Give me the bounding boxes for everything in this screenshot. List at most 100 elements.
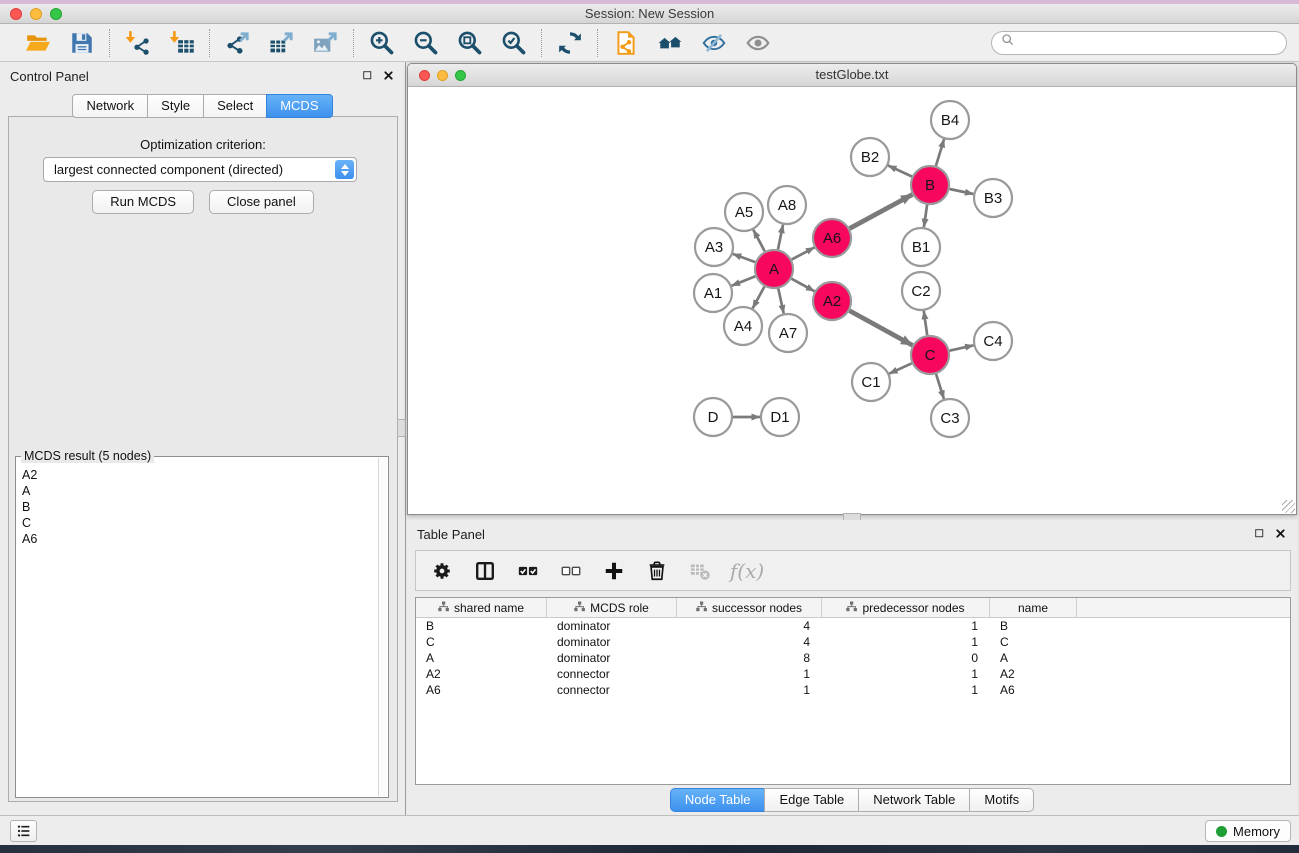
- edge-C-C2[interactable]: [924, 311, 927, 335]
- export-image-icon[interactable]: [311, 28, 340, 57]
- task-history-button[interactable]: [10, 820, 37, 842]
- graph-node-A1[interactable]: A1: [694, 274, 732, 312]
- memory-button[interactable]: Memory: [1205, 820, 1291, 842]
- edge-C-C1[interactable]: [889, 363, 912, 373]
- edge-A6-B[interactable]: [850, 195, 913, 229]
- table-row[interactable]: A2connector11A2: [416, 666, 1290, 682]
- export-network-icon[interactable]: [223, 28, 252, 57]
- graph-node-D1[interactable]: D1: [761, 398, 799, 436]
- table-cell[interactable]: 4: [677, 634, 822, 650]
- graph-node-A6[interactable]: A6: [813, 219, 851, 257]
- open-folder-icon[interactable]: [23, 28, 52, 57]
- edge-A-A1[interactable]: [732, 276, 756, 285]
- graph-node-A3[interactable]: A3: [695, 228, 733, 266]
- hide-graphics-details-icon[interactable]: [699, 28, 728, 57]
- edge-A-A3[interactable]: [733, 254, 755, 262]
- table-cell[interactable]: A: [990, 650, 1077, 666]
- graph-node-A[interactable]: A: [755, 250, 793, 288]
- table-cell[interactable]: A6: [416, 682, 547, 698]
- edge-A-A5[interactable]: [753, 230, 764, 252]
- table-cell[interactable]: 1: [677, 682, 822, 698]
- network-view-window[interactable]: testGlobe.txt B4B2BB3A8A5A6A3B1AA1C2A2A4…: [407, 63, 1297, 515]
- table-cell[interactable]: A: [416, 650, 547, 666]
- window-resize-grip[interactable]: [1282, 500, 1295, 513]
- search-input[interactable]: [1021, 35, 1278, 50]
- result-list-item[interactable]: A6: [22, 531, 372, 547]
- app-titlebar[interactable]: Session: New Session: [0, 4, 1299, 24]
- column-header-shared-name[interactable]: shared name: [416, 598, 547, 617]
- graph-node-B[interactable]: B: [911, 166, 949, 204]
- result-list-scrollbar[interactable]: [378, 458, 387, 796]
- graph-node-C3[interactable]: C3: [931, 399, 969, 437]
- graph-node-A4[interactable]: A4: [724, 307, 762, 345]
- mcds-result-list[interactable]: A2ABCA6: [17, 458, 378, 796]
- vertical-splitter-handle[interactable]: [397, 419, 406, 437]
- tab-network-table[interactable]: Network Table: [858, 788, 970, 812]
- graph-node-C2[interactable]: C2: [902, 272, 940, 310]
- table-row[interactable]: Cdominator41C: [416, 634, 1290, 650]
- deselect-all-icon[interactable]: [558, 558, 584, 584]
- column-header-MCDS-role[interactable]: MCDS role: [547, 598, 677, 617]
- close-panel-icon[interactable]: [382, 69, 395, 87]
- table-cell[interactable]: dominator: [547, 634, 677, 650]
- table-cell[interactable]: A2: [990, 666, 1077, 682]
- table-cell[interactable]: connector: [547, 666, 677, 682]
- import-network-icon[interactable]: [123, 28, 152, 57]
- graph-node-B2[interactable]: B2: [851, 138, 889, 176]
- edge-A-A2[interactable]: [792, 279, 815, 292]
- column-header-successor-nodes[interactable]: successor nodes: [677, 598, 822, 617]
- table-cell[interactable]: 1: [822, 634, 990, 650]
- float-panel-icon[interactable]: [1253, 527, 1266, 545]
- zoom-in-icon[interactable]: [367, 28, 396, 57]
- optimization-criterion-select[interactable]: largest connected component (directed): [43, 157, 357, 182]
- table-row[interactable]: Bdominator41B: [416, 618, 1290, 634]
- show-graphics-details-icon[interactable]: [743, 28, 772, 57]
- edge-C-C4[interactable]: [950, 345, 974, 350]
- graph-node-C4[interactable]: C4: [974, 322, 1012, 360]
- table-cell[interactable]: 1: [677, 666, 822, 682]
- tab-select[interactable]: Select: [203, 94, 267, 118]
- table-cell[interactable]: 0: [822, 650, 990, 666]
- network-canvas[interactable]: B4B2BB3A8A5A6A3B1AA1C2A2A4A7C4CC1C3DD1: [409, 88, 1295, 513]
- select-all-icon[interactable]: [515, 558, 541, 584]
- table-cell[interactable]: connector: [547, 682, 677, 698]
- network-minimize-button[interactable]: [437, 70, 448, 81]
- table-cell[interactable]: 4: [677, 618, 822, 634]
- table-cell[interactable]: dominator: [547, 618, 677, 634]
- network-window-titlebar[interactable]: testGlobe.txt: [408, 64, 1296, 87]
- graph-node-A8[interactable]: A8: [768, 186, 806, 224]
- table-cell[interactable]: C: [416, 634, 547, 650]
- float-panel-icon[interactable]: [361, 69, 374, 87]
- settings-gear-icon[interactable]: [429, 558, 455, 584]
- tab-style[interactable]: Style: [147, 94, 204, 118]
- graph-node-C1[interactable]: C1: [852, 363, 890, 401]
- table-cell[interactable]: 1: [822, 666, 990, 682]
- edge-A-A4[interactable]: [753, 287, 765, 309]
- graph-node-C[interactable]: C: [911, 336, 949, 374]
- tab-mcds[interactable]: MCDS: [266, 94, 332, 118]
- import-table-icon[interactable]: [167, 28, 196, 57]
- edge-A-A7[interactable]: [778, 289, 783, 314]
- result-list-item[interactable]: A2: [22, 467, 372, 483]
- table-cell[interactable]: A2: [416, 666, 547, 682]
- save-icon[interactable]: [67, 28, 96, 57]
- edge-A-A6[interactable]: [792, 247, 815, 259]
- zoom-out-icon[interactable]: [411, 28, 440, 57]
- table-row[interactable]: Adominator80A: [416, 650, 1290, 666]
- result-list-item[interactable]: A: [22, 483, 372, 499]
- minimize-window-button[interactable]: [30, 8, 42, 20]
- edge-A2-C[interactable]: [850, 311, 913, 346]
- table-cell[interactable]: 1: [822, 618, 990, 634]
- table-cell[interactable]: 1: [822, 682, 990, 698]
- close-panel-button[interactable]: Close panel: [209, 190, 314, 214]
- graph-node-A7[interactable]: A7: [769, 314, 807, 352]
- home-icon[interactable]: [655, 28, 684, 57]
- zoom-fit-icon[interactable]: [455, 28, 484, 57]
- tab-network[interactable]: Network: [72, 94, 148, 118]
- table-row[interactable]: A6connector11A6: [416, 682, 1290, 698]
- edge-B-B3[interactable]: [950, 189, 974, 194]
- graph-node-D[interactable]: D: [694, 398, 732, 436]
- tab-motifs[interactable]: Motifs: [969, 788, 1034, 812]
- close-panel-icon[interactable]: [1274, 527, 1287, 545]
- column-header-name[interactable]: name: [990, 598, 1077, 617]
